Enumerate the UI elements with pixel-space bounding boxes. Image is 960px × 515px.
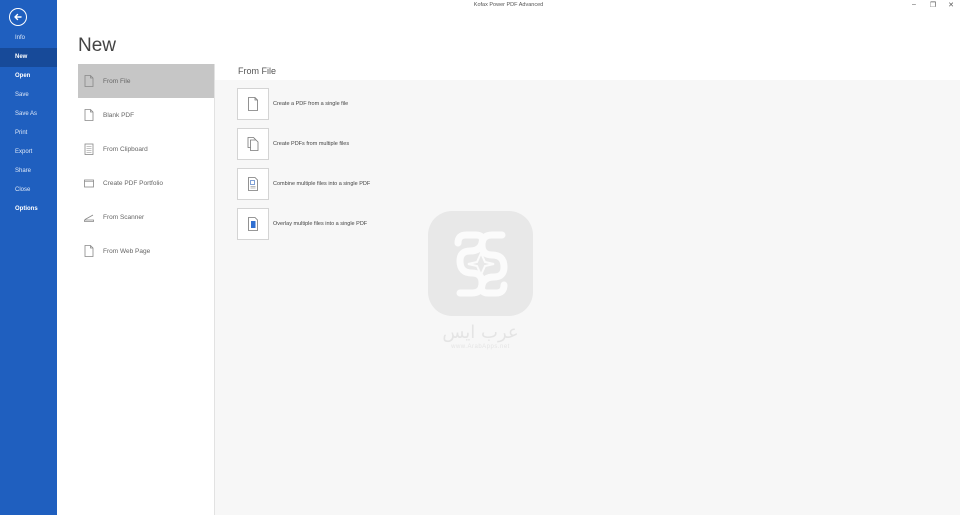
- watermark-text: عرب ايس: [442, 322, 519, 343]
- category-label: From Web Page: [103, 247, 151, 255]
- single-file-icon: [248, 97, 258, 111]
- category-from-web-page[interactable]: From Web Page: [78, 234, 214, 268]
- option-multiple-files[interactable]: Create PDFs from multiple files: [237, 128, 349, 160]
- overlay-files-icon: [248, 217, 258, 231]
- back-button[interactable]: [9, 8, 27, 26]
- combine-files-icon: [248, 177, 258, 191]
- category-label: From Clipboard: [103, 145, 148, 153]
- option-label: Create a PDF from a single file: [273, 101, 349, 107]
- category-label: Blank PDF: [103, 111, 135, 119]
- content-header: From File: [238, 66, 276, 76]
- watermark-url: www.ArabApps.net: [451, 344, 510, 350]
- document-icon: [84, 75, 94, 87]
- nav-item-close[interactable]: Close: [0, 181, 57, 200]
- content-area: Create a PDF from a single file Create P…: [215, 80, 960, 515]
- category-label: From Scanner: [103, 213, 145, 221]
- app-title: Kofax Power PDF Advanced: [473, 2, 544, 8]
- page-title: New: [78, 35, 117, 56]
- option-overlay-files[interactable]: Overlay multiple files into a single PDF: [237, 208, 367, 240]
- category-from-file[interactable]: From File: [78, 64, 214, 98]
- option-icon-box: [237, 128, 269, 160]
- web-page-icon: [84, 245, 94, 257]
- restore-button[interactable]: ❐: [928, 1, 938, 9]
- option-icon-box: [237, 88, 269, 120]
- nav-item-options[interactable]: Options: [0, 200, 57, 219]
- clipboard-icon: [84, 143, 94, 155]
- nav-item-save[interactable]: Save: [0, 86, 57, 105]
- category-from-clipboard[interactable]: From Clipboard: [78, 132, 214, 166]
- category-list: From File Blank PDF From Clipboard Creat…: [78, 64, 215, 515]
- multiple-files-icon: [247, 137, 259, 151]
- option-icon-box: [237, 208, 269, 240]
- nav-item-new[interactable]: New: [0, 48, 57, 67]
- back-arrow-icon: [14, 13, 22, 21]
- nav-item-export[interactable]: Export: [0, 143, 57, 162]
- option-icon-box: [237, 168, 269, 200]
- watermark: عرب ايس www.ArabApps.net: [428, 211, 533, 361]
- title-bar: Kofax Power PDF Advanced – ❐ ✕: [57, 0, 960, 12]
- category-label: From File: [103, 77, 131, 85]
- folder-icon: [84, 177, 94, 189]
- option-label: Overlay multiple files into a single PDF: [273, 221, 368, 227]
- nav-item-open[interactable]: Open: [0, 67, 57, 86]
- close-button[interactable]: ✕: [946, 1, 956, 9]
- nav-item-share[interactable]: Share: [0, 162, 57, 181]
- category-create-pdf-portfolio[interactable]: Create PDF Portfolio: [78, 166, 214, 200]
- category-label: Create PDF Portfolio: [103, 179, 163, 187]
- option-combine-files[interactable]: Combine multiple files into a single PDF: [237, 168, 370, 200]
- category-from-scanner[interactable]: From Scanner: [78, 200, 214, 234]
- watermark-logo-icon: [428, 211, 533, 316]
- option-single-file[interactable]: Create a PDF from a single file: [237, 88, 348, 120]
- backstage-nav: Info New Open Save Save As Print Export …: [0, 0, 57, 515]
- category-blank-pdf[interactable]: Blank PDF: [78, 98, 214, 132]
- option-label: Combine multiple files into a single PDF: [273, 181, 371, 187]
- scanner-icon: [84, 211, 94, 223]
- minimize-button[interactable]: –: [909, 1, 919, 8]
- nav-list: Info New Open Save Save As Print Export …: [0, 29, 57, 219]
- blank-page-icon: [84, 109, 94, 121]
- nav-item-save-as[interactable]: Save As: [0, 105, 57, 124]
- nav-item-info[interactable]: Info: [0, 29, 57, 48]
- nav-item-print[interactable]: Print: [0, 124, 57, 143]
- option-label: Create PDFs from multiple files: [273, 141, 350, 147]
